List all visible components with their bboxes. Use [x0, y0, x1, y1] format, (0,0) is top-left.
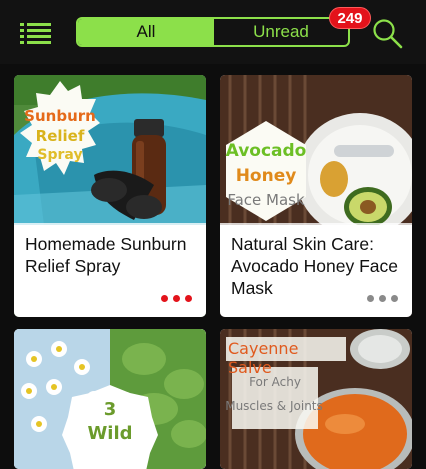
menu-button[interactable]	[20, 22, 54, 46]
article-image-cayenne-salve: Cayenne Salve For Achy Muscles & Joints	[220, 329, 412, 469]
more-options-button[interactable]	[367, 295, 398, 302]
dot-icon	[161, 295, 168, 302]
article-card[interactable]: Avocado Honey Face Mask Natural Skin Car…	[220, 75, 412, 317]
image-label-starburst: Sunburn Relief Spray	[18, 79, 102, 183]
article-card[interactable]: Sunburn Relief Spray Homemade Sunburn Re…	[14, 75, 206, 317]
image-text: For Achy	[249, 375, 301, 389]
image-text: Relief	[35, 127, 85, 145]
dot-icon	[379, 295, 386, 302]
unread-count-badge: 249	[329, 7, 371, 29]
image-text: Face Mask	[227, 191, 305, 209]
list-menu-icon	[20, 23, 51, 44]
image-text: 3	[103, 399, 117, 420]
article-title: Natural Skin Care: Avocado Honey Face Ma…	[231, 234, 399, 298]
filter-segmented-control: All Unread	[76, 17, 350, 47]
search-button[interactable]	[372, 18, 404, 50]
image-text: Spray	[37, 147, 83, 163]
tab-all[interactable]: All	[78, 19, 214, 45]
image-label-hexagon: Avocado Honey Face Mask	[224, 119, 308, 223]
tab-unread[interactable]: Unread	[214, 19, 348, 45]
image-label-box: Cayenne Salve For Achy Muscles & Joints	[225, 337, 346, 437]
image-text: Avocado	[225, 141, 307, 161]
image-text: Honey	[235, 166, 297, 186]
dot-icon	[391, 295, 398, 302]
image-text: Sunburn	[24, 107, 96, 125]
article-card[interactable]: 3 Wild	[14, 329, 206, 469]
image-label-badge: 3 Wild	[60, 383, 160, 469]
dot-icon	[367, 295, 374, 302]
dot-icon	[173, 295, 180, 302]
article-image-wild-plants: 3 Wild	[14, 329, 206, 469]
image-text: Wild	[87, 423, 133, 444]
image-text: Muscles & Joints	[225, 399, 323, 413]
article-card[interactable]: Cayenne Salve For Achy Muscles & Joints	[220, 329, 412, 469]
search-icon	[373, 19, 403, 49]
more-options-button[interactable]	[161, 295, 192, 302]
dot-icon	[185, 295, 192, 302]
article-title: Homemade Sunburn Relief Spray	[25, 234, 187, 276]
image-text: Cayenne Salve	[228, 339, 299, 377]
